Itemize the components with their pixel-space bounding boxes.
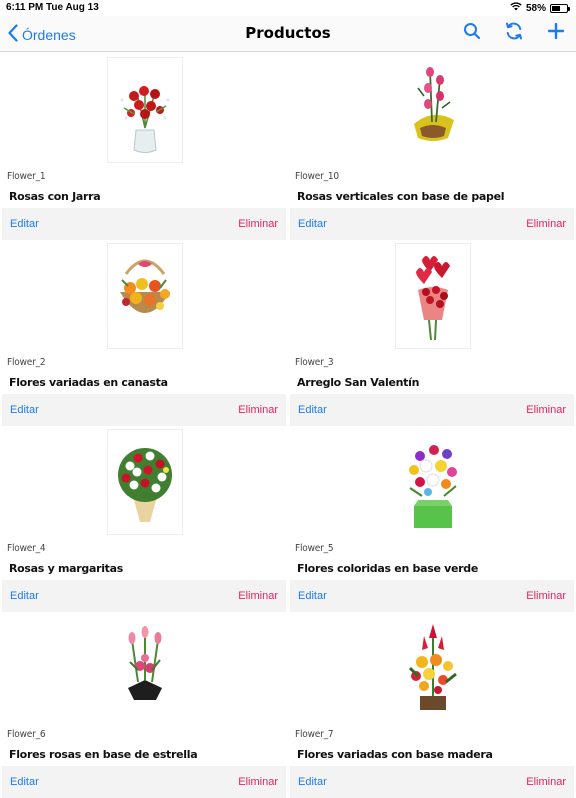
product-card[interactable]: Flower_5 Flores coloridas en base verde … (290, 425, 574, 612)
product-card[interactable]: Flower_2 Flores variadas en canasta Edit… (2, 239, 286, 426)
delete-button[interactable]: Eliminar (526, 404, 566, 416)
product-image (395, 615, 471, 721)
navigation-bar: Órdenes Productos (0, 16, 576, 52)
status-bar: 6:11 PM Tue Aug 13 58% (0, 0, 576, 16)
product-image (107, 243, 183, 349)
product-card[interactable]: Flower_4 Rosas y margaritas Editar Elimi… (2, 425, 286, 612)
product-card[interactable]: Flower_6 Flores rosas en base de estrell… (2, 611, 286, 798)
add-product-button[interactable] (546, 22, 566, 44)
wifi-icon (510, 2, 522, 14)
product-name: Rosas con Jarra (9, 190, 101, 203)
product-code: Flower_4 (7, 543, 46, 554)
battery-icon (550, 3, 570, 13)
edit-button[interactable]: Editar (298, 776, 327, 788)
product-code: Flower_10 (295, 171, 339, 182)
product-image (107, 429, 183, 535)
product-code: Flower_3 (295, 357, 334, 368)
product-name: Rosas verticales con base de papel (297, 190, 505, 203)
product-name: Flores variadas en canasta (9, 376, 168, 389)
product-code: Flower_2 (7, 357, 46, 368)
refresh-icon (504, 21, 524, 46)
product-code: Flower_1 (7, 171, 46, 182)
product-action-bar: Editar Eliminar (290, 208, 574, 240)
product-image (107, 615, 183, 721)
product-image (395, 57, 471, 163)
product-code: Flower_7 (295, 729, 334, 740)
edit-button[interactable]: Editar (298, 404, 327, 416)
battery-percent: 58% (525, 2, 546, 14)
status-right: 58% (510, 2, 570, 14)
product-action-bar: Editar Eliminar (2, 208, 286, 240)
product-action-bar: Editar Eliminar (290, 580, 574, 612)
edit-button[interactable]: Editar (10, 218, 39, 230)
product-action-bar: Editar Eliminar (2, 394, 286, 426)
delete-button[interactable]: Eliminar (238, 404, 278, 416)
back-label: Órdenes (22, 26, 76, 43)
plus-icon (547, 22, 565, 44)
delete-button[interactable]: Eliminar (526, 776, 566, 788)
back-button[interactable]: Órdenes (8, 24, 76, 45)
product-action-bar: Editar Eliminar (2, 766, 286, 798)
product-image (395, 243, 471, 349)
status-date: Tue Aug 13 (46, 2, 99, 13)
product-name: Arreglo San Valentín (297, 376, 420, 389)
delete-button[interactable]: Eliminar (238, 776, 278, 788)
product-name: Rosas y margaritas (9, 562, 124, 575)
product-action-bar: Editar Eliminar (290, 394, 574, 426)
edit-button[interactable]: Editar (298, 218, 327, 230)
product-image (395, 429, 471, 535)
edit-button[interactable]: Editar (10, 590, 39, 602)
product-image (107, 57, 183, 163)
delete-button[interactable]: Eliminar (526, 218, 566, 230)
delete-button[interactable]: Eliminar (238, 590, 278, 602)
product-name: Flores rosas en base de estrella (9, 748, 198, 761)
product-action-bar: Editar Eliminar (2, 580, 286, 612)
refresh-button[interactable] (504, 22, 524, 44)
edit-button[interactable]: Editar (10, 776, 39, 788)
edit-button[interactable]: Editar (10, 404, 39, 416)
delete-button[interactable]: Eliminar (238, 218, 278, 230)
delete-button[interactable]: Eliminar (526, 590, 566, 602)
product-card[interactable]: Flower_1 Rosas con Jarra Editar Eliminar (2, 53, 286, 240)
product-code: Flower_5 (295, 543, 334, 554)
edit-button[interactable]: Editar (298, 590, 327, 602)
product-name: Flores coloridas en base verde (297, 562, 479, 575)
chevron-left-icon (8, 24, 18, 45)
product-card[interactable]: Flower_10 Rosas verticales con base de p… (290, 53, 574, 240)
battery-fill (552, 5, 561, 11)
search-button[interactable] (462, 22, 482, 44)
product-card[interactable]: Flower_3 Arreglo San Valentín Editar Eli… (290, 239, 574, 426)
product-card[interactable]: Flower_7 Flores variadas con base madera… (290, 611, 574, 798)
nav-actions (462, 22, 566, 44)
product-name: Flores variadas con base madera (297, 748, 493, 761)
product-action-bar: Editar Eliminar (290, 766, 574, 798)
search-icon (463, 22, 481, 45)
status-time: 6:11 PM (6, 2, 44, 13)
product-code: Flower_6 (7, 729, 46, 740)
